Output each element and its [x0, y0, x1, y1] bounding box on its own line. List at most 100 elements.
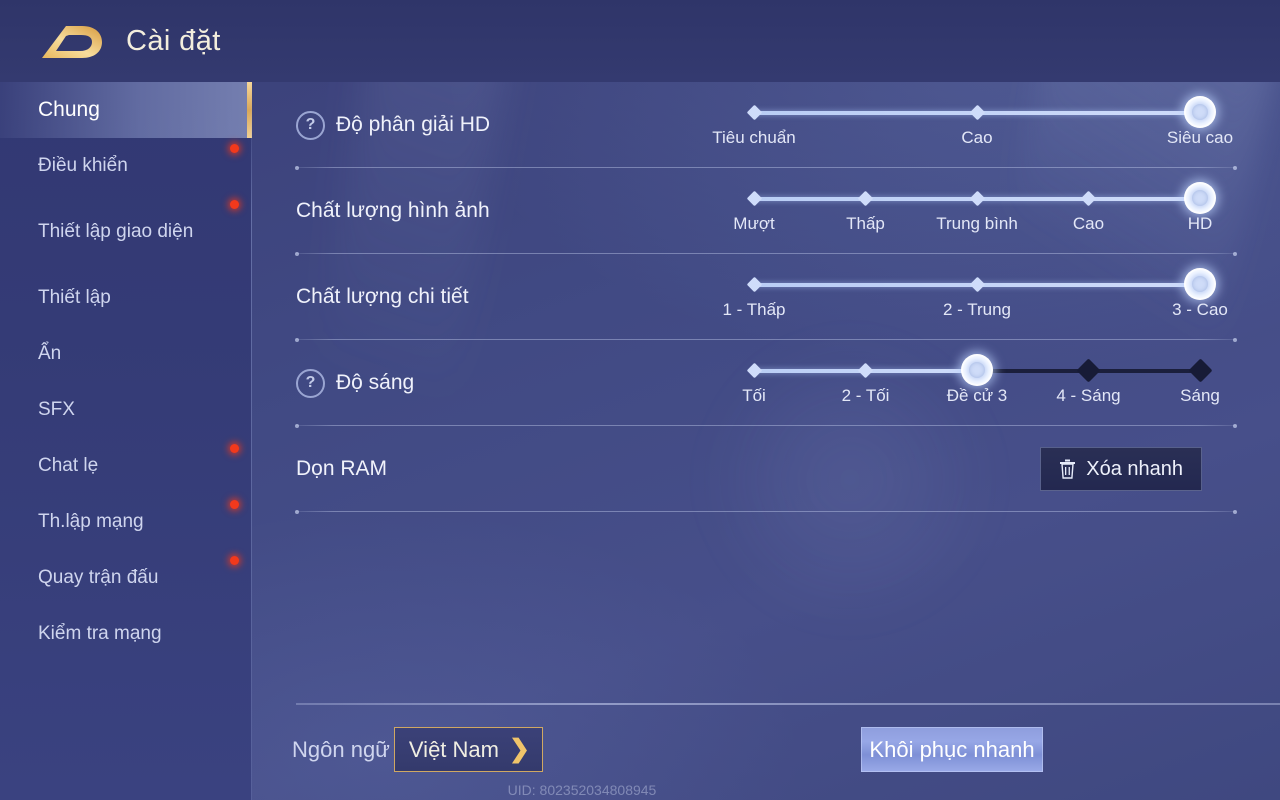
slider-tick-labels: Mượt Thấp Trung bình Cao HD	[733, 214, 1212, 236]
sidebar-item-label: Quay trận đấu	[38, 566, 159, 588]
setting-label-wrap: Chất lượng hình ảnh	[296, 199, 726, 223]
notification-dot	[230, 144, 239, 153]
sidebar-item-7[interactable]: Chat lẹ	[0, 438, 252, 494]
setting-row: Chất lượng chi tiết 1 - Thấp 2 - Trung 3 - …	[295, 254, 1237, 342]
slider-track[interactable]	[746, 96, 1216, 128]
language-label: Ngôn ngữ	[292, 736, 390, 762]
slider-tick[interactable]	[746, 276, 762, 293]
slider-tick-label: 4 - Sáng	[1056, 386, 1121, 405]
language-value: Việt Nam	[408, 736, 499, 762]
help-icon[interactable]: ?	[296, 368, 325, 398]
setting-label-wrap: ? Độ sáng	[296, 368, 726, 398]
sidebar-item-label: Ẩn	[38, 342, 62, 364]
sidebar-item-3[interactable]: Thiết lập giao diện	[0, 194, 252, 270]
slider-tick-label: Trung bình	[936, 214, 1018, 233]
slider-tick-label: Tối	[742, 386, 766, 405]
settings-screen: Cài đặt Chung Điều khiển Thiết lập giao di…	[0, 0, 1280, 800]
sidebar-item-5[interactable]: Ẩn	[0, 326, 252, 382]
slider-tick[interactable]	[1080, 190, 1097, 207]
restore-defaults-button[interactable]: Khôi phục nhanh	[861, 727, 1043, 772]
setting-row-inner: Chất lượng hình ảnh Mượt Thấp Trung bình Cao…	[296, 168, 1236, 254]
chevron-right-icon: ❯	[508, 735, 530, 763]
slider-handle[interactable]	[1184, 96, 1216, 128]
sidebar-item-1[interactable]: Chung	[0, 82, 252, 138]
setting-slider[interactable]: Tối 2 - Tối Đề cử 3 4 - Sáng Sáng	[726, 340, 1236, 426]
slider-tick[interactable]	[746, 104, 762, 121]
slider-tick-label: Siêu cao	[1166, 128, 1234, 147]
setting-row: Chất lượng hình ảnh Mượt Thấp Trung bình Cao…	[295, 168, 1237, 256]
help-icon[interactable]: ?	[296, 110, 325, 140]
clear-ram-button[interactable]: Xóa nhanh	[1040, 447, 1202, 491]
notification-dot	[230, 500, 239, 509]
sidebar-item-label: Th.lập mạng	[38, 510, 144, 532]
settings-content: ? Độ phân giải HD Tiêu chuẩn Cao Siêu cao Chấ…	[252, 82, 1280, 800]
setting-row-inner: Dọn RAM Xóa nhanh	[296, 426, 1236, 512]
sidebar-item-label: Điều khiển	[38, 154, 128, 176]
setting-slider[interactable]: 1 - Thấp 2 - Trung 3 - Cao	[722, 254, 1236, 340]
setting-label-wrap: Dọn RAM	[296, 457, 726, 481]
sidebar-item-6[interactable]: SFX	[0, 382, 252, 438]
slider-tick[interactable]	[746, 190, 762, 207]
slider-tick-label: 2 - Trung	[942, 300, 1012, 319]
sidebar-nav: Chung Điều khiển Thiết lập giao diện Thiết …	[0, 82, 252, 800]
setting-slider[interactable]: Tiêu chuẩn Cao Siêu cao	[712, 82, 1236, 168]
slider-tick-labels: Tiêu chuẩn Cao Siêu cao	[712, 128, 1233, 150]
slider-tick-labels: Tối 2 - Tối Đề cử 3 4 - Sáng Sáng	[742, 386, 1220, 408]
notification-dot	[230, 200, 239, 209]
trash-icon	[1060, 459, 1076, 479]
slider-tick[interactable]	[746, 362, 762, 379]
slider-track[interactable]	[746, 268, 1216, 300]
sidebar-item-2[interactable]: Điều khiển	[0, 138, 252, 194]
uid-text: UID: 802352034808945	[507, 782, 657, 798]
slider-tick[interactable]	[969, 104, 985, 121]
sidebar-item-10[interactable]: Kiểm tra mạng	[0, 606, 252, 662]
slider-tick[interactable]	[1076, 358, 1101, 383]
slider-tick[interactable]	[857, 190, 874, 207]
slider-tick-label: Đề cử 3	[946, 386, 1008, 405]
sidebar-item-9[interactable]: Quay trận đấu	[0, 550, 252, 606]
slider-tick-label: 3 - Cao	[1172, 300, 1228, 319]
slider-handle[interactable]	[1184, 182, 1216, 214]
sidebar-item-label: Thiết lập giao diện	[38, 220, 194, 242]
clear-ram-button-label: Xóa nhanh	[1086, 457, 1183, 480]
language-selector: Ngôn ngữ Việt Nam ❯	[292, 727, 543, 772]
header-bar: Cài đặt	[0, 0, 1280, 82]
sidebar-item-label: Chat lẹ	[38, 454, 99, 476]
slider-tick-label: Tiêu chuẩn	[712, 128, 796, 147]
slider-track[interactable]	[746, 182, 1216, 214]
slider-handle[interactable]	[1184, 268, 1216, 300]
slider-track[interactable]	[746, 354, 1213, 386]
settings-rows: ? Độ phân giải HD Tiêu chuẩn Cao Siêu cao Chấ…	[295, 82, 1237, 514]
setting-label: Dọn RAM	[296, 457, 388, 480]
slider-tick-label: HD	[1187, 214, 1213, 233]
notification-dot	[230, 556, 239, 565]
slider-tick-label: 1 - Thấp	[722, 300, 786, 319]
game-logo-icon	[42, 26, 102, 58]
setting-slider[interactable]: Mượt Thấp Trung bình Cao HD	[726, 168, 1236, 254]
slider-tick-label: Cao	[961, 128, 993, 147]
row-divider	[295, 509, 1237, 514]
slider-tick-labels: 1 - Thấp 2 - Trung 3 - Cao	[722, 300, 1227, 322]
restore-label: Khôi phục nhanh	[869, 736, 1035, 762]
setting-row: Dọn RAM Xóa nhanh	[295, 426, 1237, 514]
sidebar-item-4[interactable]: Thiết lập	[0, 270, 252, 326]
setting-row-inner: ? Độ phân giải HD Tiêu chuẩn Cao Siêu cao	[296, 82, 1236, 168]
sidebar-item-label: Kiểm tra mạng	[38, 622, 162, 644]
slider-tick[interactable]	[857, 362, 874, 379]
slider-tick-label: Cao	[1072, 214, 1105, 233]
setting-label: Độ sáng	[336, 371, 415, 394]
slider-tick[interactable]	[1187, 358, 1213, 383]
setting-label: Chất lượng hình ảnh	[296, 199, 490, 222]
slider-tick[interactable]	[969, 190, 985, 207]
slider-tick[interactable]	[969, 276, 985, 293]
setting-row: ? Độ sáng Tối 2 - Tối Đề cử 3 4 - Sáng Sáng	[295, 340, 1237, 428]
sidebar-item-8[interactable]: Th.lập mạng	[0, 494, 252, 550]
slider-handle[interactable]	[961, 354, 993, 386]
slider-tick-label: Thấp	[846, 214, 885, 233]
setting-row-inner: ? Độ sáng Tối 2 - Tối Đề cử 3 4 - Sáng Sáng	[296, 340, 1236, 426]
page-title: Cài đặt	[126, 24, 221, 57]
setting-label: Chất lượng chi tiết	[296, 285, 469, 308]
language-button[interactable]: Việt Nam ❯	[393, 727, 543, 772]
setting-row: ? Độ phân giải HD Tiêu chuẩn Cao Siêu cao	[295, 82, 1237, 170]
setting-label: Độ phân giải HD	[336, 113, 491, 136]
